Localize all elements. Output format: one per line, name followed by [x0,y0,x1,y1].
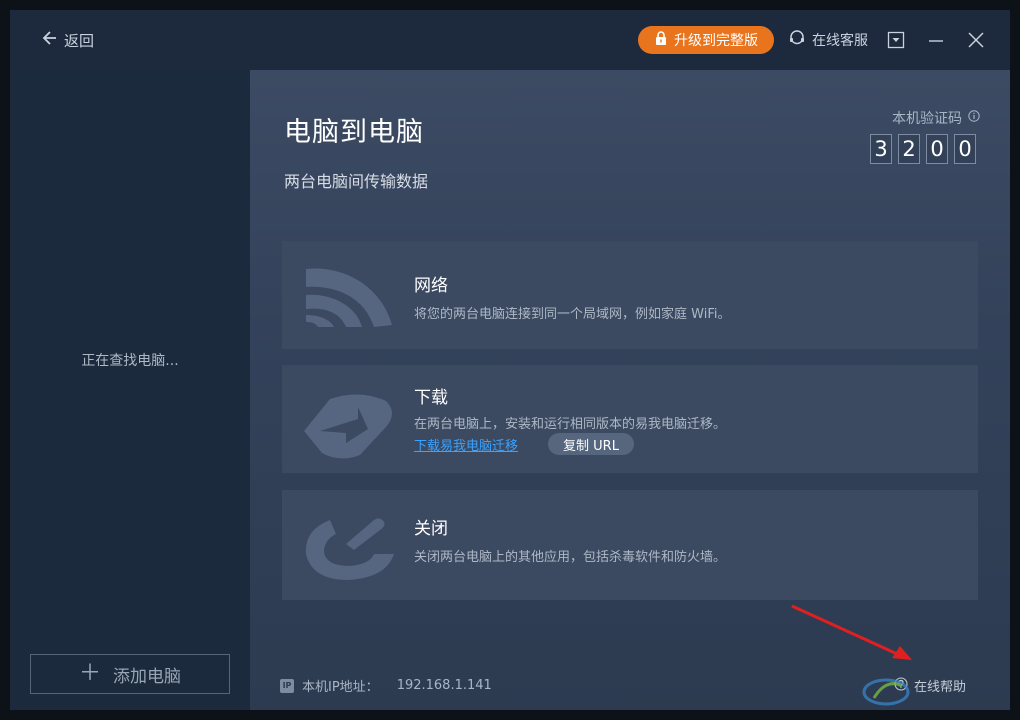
verification-code-label: 本机验证码 [892,108,980,128]
code-digit: 2 [898,134,920,164]
page-subtitle: 两台电脑间传输数据 [284,172,429,191]
verification-code: 3 2 0 0 [870,134,976,164]
lock-icon [654,31,668,49]
card-title-close: 关闭 [414,519,448,539]
online-support-button[interactable]: 在线客服 [788,28,868,52]
back-button[interactable]: 返回 [40,28,94,52]
local-ip-row: IP 本机IP地址： 192.168.1.141 [280,676,492,695]
step-card-network: 网络 将您的两台电脑连接到同一个局域网，例如家庭 WiFi。 [282,241,978,349]
add-pc-label: 添加电脑 [113,666,181,687]
info-icon[interactable] [968,110,980,126]
ip-label: 本机IP地址： [302,680,379,695]
minimize-icon [926,35,946,54]
wifi-icon [300,255,400,337]
arrow-left-icon [40,29,58,51]
close-icon [966,32,986,54]
download-icon [300,379,400,461]
title-bar: 返回 升级到完整版 在线客服 [10,10,1010,70]
download-link[interactable]: 下载易我电脑迁移 [414,435,518,454]
dropdown-icon [886,31,906,54]
ip-value: 192.168.1.141 [396,678,492,693]
verification-label-text: 本机验证码 [892,111,962,127]
copy-url-button[interactable]: 复制 URL [548,433,634,455]
upgrade-button[interactable]: 升级到完整版 [638,26,774,54]
card-title-network: 网络 [414,276,448,296]
watermark-logo [862,678,910,706]
card-title-download: 下载 [414,388,448,408]
card-desc-network: 将您的两台电脑连接到同一个局域网，例如家庭 WiFi。 [414,307,731,322]
ip-icon: IP [280,678,294,693]
headset-icon [788,29,806,51]
power-icon [300,504,400,586]
add-pc-button[interactable]: ＋ 添加电脑 [30,654,230,694]
upgrade-label: 升级到完整版 [674,33,758,49]
card-desc-download: 在两台电脑上，安装和运行相同版本的易我电脑迁移。 [414,417,727,432]
back-label: 返回 [64,31,95,50]
left-panel: 正在查找电脑... ＋ 添加电脑 [10,70,250,710]
page-title: 电脑到电脑 [284,117,424,148]
plus-icon: ＋ [78,661,101,686]
step-card-close: 关闭 关闭两台电脑上的其他应用，包括杀毒软件和防火墙。 [282,490,978,600]
card-desc-close: 关闭两台电脑上的其他应用，包括杀毒软件和防火墙。 [414,550,727,565]
code-digit: 0 [926,134,948,164]
menu-dropdown-button[interactable] [886,30,906,50]
annotation-arrow [791,604,912,660]
support-label: 在线客服 [812,33,868,49]
step-card-download: 下载 在两台电脑上，安装和运行相同版本的易我电脑迁移。 下载易我电脑迁移 复制 … [282,365,978,473]
code-digit: 0 [954,134,976,164]
searching-status: 正在查找电脑... [81,353,179,369]
close-window-button[interactable] [966,30,986,50]
code-digit: 3 [870,134,892,164]
minimize-button[interactable] [926,30,946,50]
